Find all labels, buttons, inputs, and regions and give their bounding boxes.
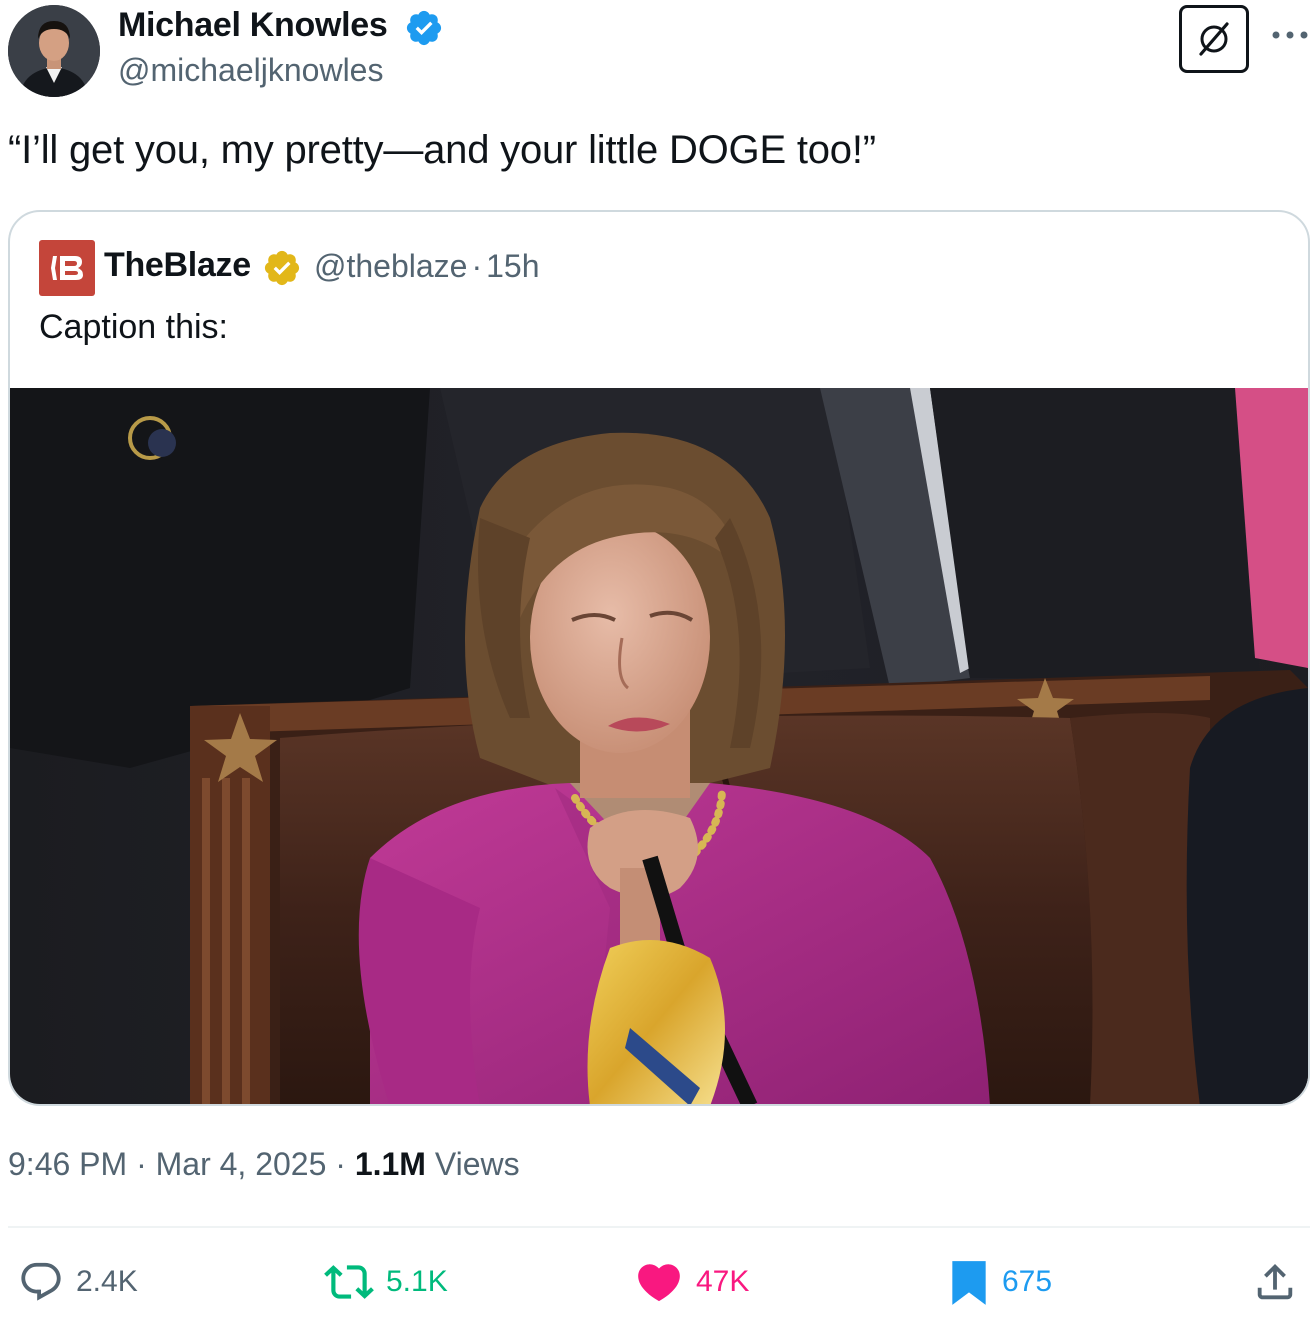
- avatar-image: [8, 5, 100, 97]
- more-dots-icon: [1272, 31, 1308, 39]
- quoted-author-handle[interactable]: @theblaze: [314, 248, 467, 284]
- post-date[interactable]: Mar 4, 2025: [156, 1146, 327, 1182]
- post-time[interactable]: 9:46 PM: [8, 1146, 127, 1182]
- like-count: 47K: [696, 1265, 750, 1298]
- bookmark-count: 675: [1002, 1265, 1053, 1298]
- timestamp-separator: ·: [335, 1146, 346, 1182]
- bookmark-button[interactable]: 675: [948, 1250, 1052, 1314]
- repost-count: 5.1K: [386, 1265, 448, 1298]
- heart-icon: [638, 1264, 680, 1302]
- tweet-timestamp: 9:46 PM · Mar 4, 2025 · 1.1M Views: [8, 1146, 520, 1183]
- author-name[interactable]: Michael Knowles: [118, 6, 388, 45]
- quoted-meta: @theblaze · 15h: [314, 248, 540, 285]
- like-button[interactable]: 47K: [634, 1250, 749, 1314]
- more-options-button[interactable]: [1268, 20, 1312, 50]
- divider: [8, 1226, 1310, 1228]
- views-label: Views: [434, 1146, 520, 1182]
- share-icon: [1257, 1263, 1293, 1300]
- quoted-tweet[interactable]: TheBlaze @theblaze · 15h Caption this:: [8, 210, 1310, 1106]
- quoted-photo[interactable]: [10, 388, 1308, 1104]
- tweet-text: “I’ll get you, my pretty—and your little…: [8, 128, 876, 172]
- quoted-age[interactable]: 15h: [486, 248, 539, 284]
- meta-separator: ·: [471, 248, 483, 284]
- reply-button[interactable]: 2.4K: [18, 1250, 138, 1314]
- tweet-header: Michael Knowles @michaeljknowles: [0, 0, 1316, 110]
- views-count[interactable]: 1.1M: [355, 1146, 426, 1182]
- action-bar: 2.4K 5.1K 47K 675: [0, 1250, 1316, 1314]
- verified-badge-icon[interactable]: [404, 8, 444, 48]
- repost-button[interactable]: 5.1K: [324, 1250, 448, 1314]
- theblaze-logo-icon[interactable]: [39, 240, 95, 296]
- timestamp-separator: ·: [136, 1146, 147, 1182]
- quoted-author-name[interactable]: TheBlaze: [104, 246, 251, 285]
- author-handle[interactable]: @michaeljknowles: [118, 52, 383, 89]
- reply-count: 2.4K: [76, 1265, 138, 1298]
- repost-icon: [324, 1265, 374, 1299]
- bookmark-icon: [952, 1261, 986, 1305]
- photo-image: [10, 388, 1308, 1104]
- quoted-text: Caption this:: [39, 308, 228, 346]
- share-button[interactable]: [1252, 1250, 1298, 1314]
- author-avatar[interactable]: [8, 5, 100, 97]
- gold-verified-badge-icon[interactable]: [262, 248, 302, 288]
- reply-icon: [21, 1262, 61, 1301]
- grok-icon: [1199, 22, 1229, 56]
- grok-button[interactable]: [1179, 5, 1249, 73]
